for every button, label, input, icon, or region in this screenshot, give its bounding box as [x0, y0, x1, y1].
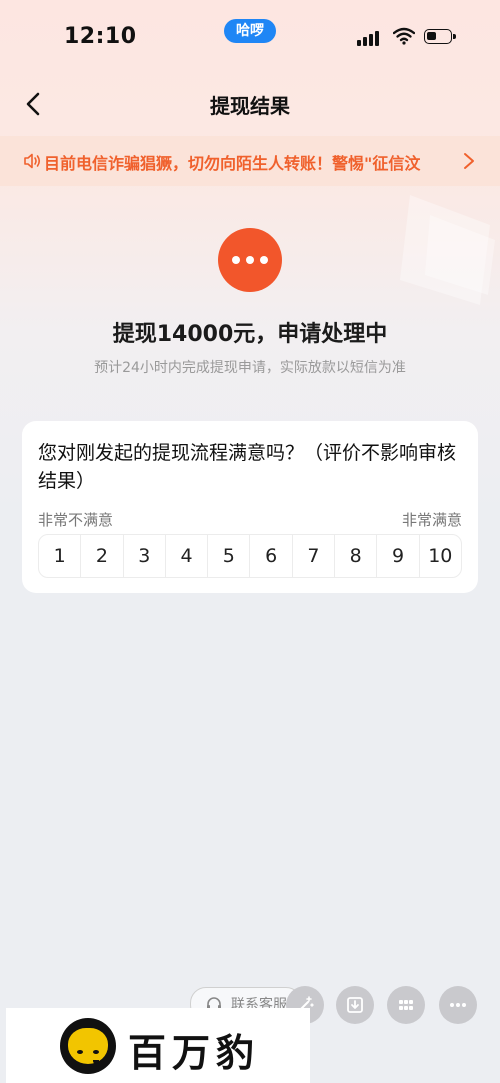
rating-option-3[interactable]: 3 — [122, 535, 165, 577]
download-icon — [347, 997, 363, 1013]
processing-icon — [218, 228, 282, 292]
grid-icon — [399, 1000, 413, 1010]
watermark-banner: 百万豹 — [6, 1008, 310, 1083]
more-dots-icon — [450, 1003, 466, 1007]
battery-icon — [424, 29, 456, 44]
rating-option-5[interactable]: 5 — [207, 535, 249, 577]
rating-option-1[interactable]: 1 — [39, 535, 80, 577]
rating-option-4[interactable]: 4 — [164, 535, 207, 577]
survey-question: 您对刚发起的提现流程满意吗？（评价不影响审核结果） — [38, 442, 457, 492]
scale-high-label: 非常满意 — [401, 511, 462, 529]
rating-option-6[interactable]: 6 — [249, 535, 291, 577]
clock: 12:10 — [64, 24, 137, 49]
scale-low-label: 非常不满意 — [38, 511, 114, 529]
status-bar: 12:10 哈啰 — [0, 0, 500, 70]
app-pill[interactable]: 哈啰 — [224, 19, 276, 43]
watermark-text: 百万豹 — [128, 1030, 261, 1075]
fraud-notice-bar[interactable]: 目前电信诈骗猖獗，切勿向陌生人转账！警惕"征信汶 — [0, 136, 500, 186]
rating-option-8[interactable]: 8 — [334, 535, 376, 577]
notice-text: 目前电信诈骗猖獗，切勿向陌生人转账！警惕"征信汶 — [44, 154, 421, 173]
speaker-icon — [24, 153, 41, 169]
chevron-right-icon — [464, 153, 474, 169]
download-button[interactable] — [336, 986, 374, 1024]
grid-button[interactable] — [387, 986, 425, 1024]
page-title: 提现结果 — [210, 94, 290, 118]
rating-scale: 1 2 3 4 5 6 7 8 9 10 — [38, 534, 462, 578]
rating-option-7[interactable]: 7 — [291, 535, 334, 577]
more-button[interactable] — [439, 986, 477, 1024]
nav-bar: 提现结果 — [0, 76, 500, 132]
leopard-logo-icon — [60, 1018, 116, 1074]
wifi-icon — [393, 27, 415, 45]
signal-icon — [357, 30, 381, 46]
satisfaction-survey-card: 您对刚发起的提现流程满意吗？（评价不影响审核结果） 非常不满意 非常满意 1 2… — [22, 421, 478, 593]
result-subline: 预计24小时内完成提现申请，实际放款以短信为准 — [94, 360, 406, 376]
result-headline: 提现14000元，申请处理中 — [112, 322, 388, 347]
rating-option-2[interactable]: 2 — [80, 535, 122, 577]
background-decoration — [400, 195, 495, 305]
rating-option-9[interactable]: 9 — [376, 535, 418, 577]
rating-option-10[interactable]: 10 — [418, 535, 461, 577]
